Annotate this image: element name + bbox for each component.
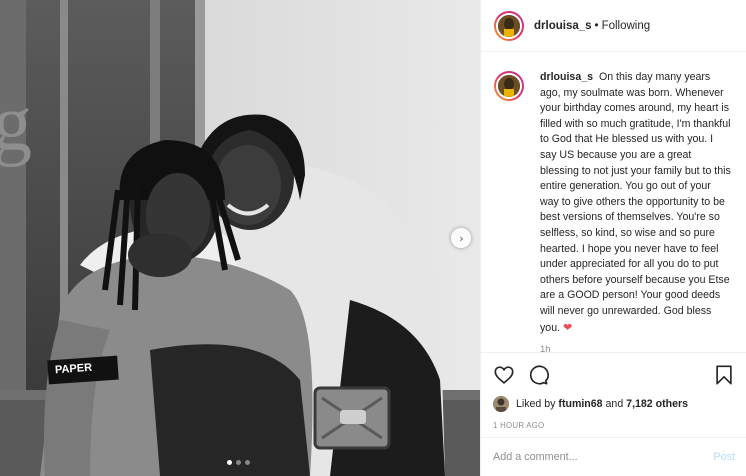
liked-by-and: and	[605, 398, 624, 410]
comment-input[interactable]	[493, 451, 714, 463]
caption-username-link[interactable]: drlouisa_s	[540, 71, 593, 83]
red-heart-emoji: ❤	[562, 320, 573, 334]
bookmark-icon[interactable]	[713, 364, 735, 386]
carousel-dot	[245, 460, 250, 465]
post-actions: Liked by ftumin68 and 7,182 others 1 HOU…	[481, 352, 746, 430]
heart-icon[interactable]	[493, 364, 515, 386]
avatar[interactable]	[494, 10, 524, 41]
carousel-indicator	[227, 460, 250, 465]
carousel-dot	[236, 460, 241, 465]
liked-by-user-link[interactable]: ftumin68	[558, 398, 602, 410]
post-header: drlouisa_s • Following	[481, 0, 746, 52]
post-comment-button[interactable]: Post	[713, 451, 735, 463]
chevron-right-icon: ›	[459, 231, 464, 245]
post-timestamp[interactable]: 1 HOUR AGO	[493, 421, 735, 430]
separator-dot: •	[594, 19, 599, 32]
liked-by-prefix: Liked by	[516, 398, 556, 410]
liker-avatar[interactable]	[493, 396, 509, 412]
following-button[interactable]: Following	[602, 20, 651, 32]
comment-composer: Post	[481, 437, 746, 476]
caption-timestamp[interactable]: 1h	[540, 344, 735, 352]
carousel-next-button[interactable]: ›	[451, 228, 471, 248]
comment-icon[interactable]	[527, 364, 549, 386]
instagram-post-modal: g PAPER › drlouisa_s • Following drlouis…	[0, 0, 746, 476]
liked-by-count-link[interactable]: 7,182 others	[626, 398, 688, 410]
post-side-panel: drlouisa_s • Following drlouisa_s On this …	[480, 0, 746, 476]
caption-text: On this day many years ago, my soulmate …	[540, 71, 731, 334]
likes-summary: Liked by ftumin68 and 7,182 others	[493, 396, 735, 412]
photo-image: g	[0, 0, 480, 476]
username-link[interactable]: drlouisa_s	[534, 20, 592, 32]
caption-text-block: drlouisa_s On this day many years ago, m…	[540, 70, 732, 336]
carousel-dot-active	[227, 460, 232, 465]
avatar[interactable]	[494, 71, 524, 101]
post-photo[interactable]: g PAPER ›	[0, 0, 480, 476]
caption-section: drlouisa_s On this day many years ago, m…	[481, 60, 746, 352]
svg-text:g: g	[0, 80, 32, 168]
